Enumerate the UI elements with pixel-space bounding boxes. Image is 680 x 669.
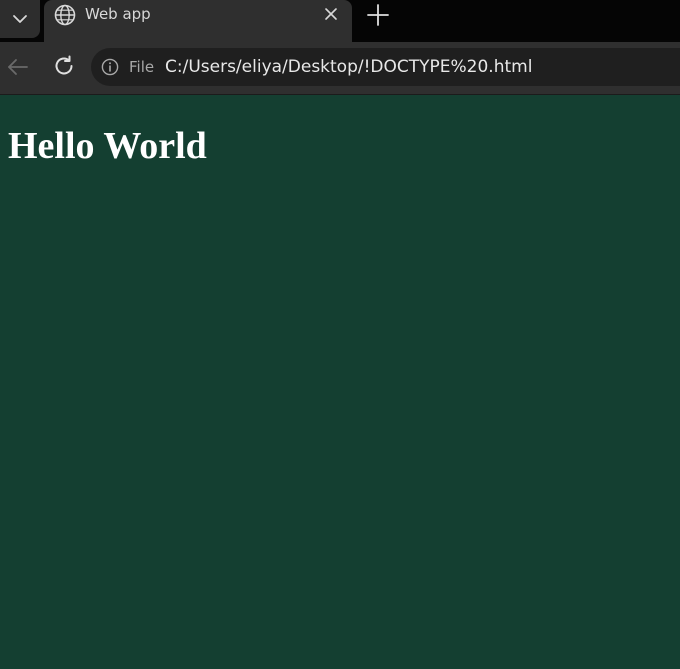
globe-icon [53,3,77,27]
close-icon[interactable] [322,5,340,23]
page-heading: Hello World [8,125,207,167]
plus-icon[interactable] [365,2,391,28]
toolbar: File C:/Users/eliya/Desktop/!DOCTYPE%20.… [0,42,680,95]
info-icon[interactable] [101,58,119,76]
active-tab[interactable]: Web app [44,0,352,42]
url-text[interactable]: C:/Users/eliya/Desktop/!DOCTYPE%20.html [165,56,532,78]
chevron-down-icon [11,10,29,28]
browser-window: Web app File C:/Users/eliya/Desktop/!DOC… [0,0,680,669]
address-bar[interactable]: File C:/Users/eliya/Desktop/!DOCTYPE%20.… [91,48,680,86]
tab-list-button[interactable] [0,0,40,38]
arrow-left-icon[interactable] [6,55,30,79]
tab-strip: Web app [0,0,680,42]
page-viewport: Hello World [0,95,680,669]
tab-title: Web app [85,5,151,23]
reload-icon[interactable] [52,54,76,78]
scheme-label: File [129,58,155,76]
